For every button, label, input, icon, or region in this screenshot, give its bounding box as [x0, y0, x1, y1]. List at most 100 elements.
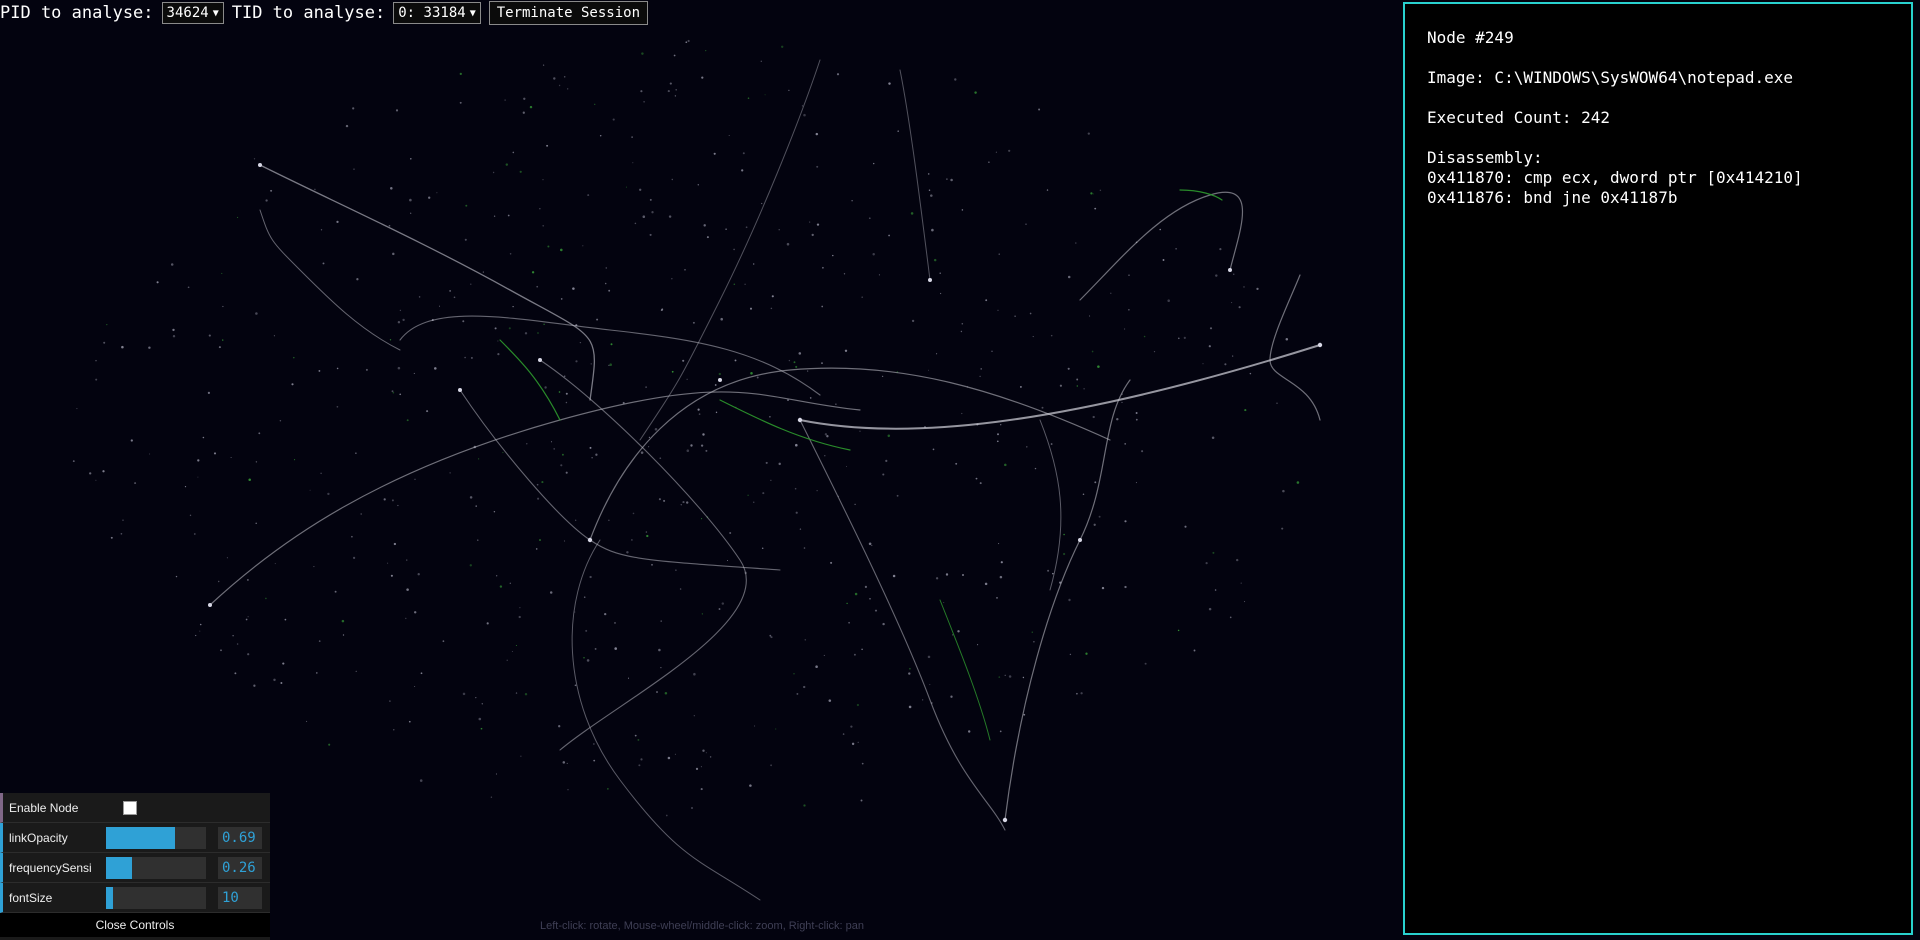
graph-point: [835, 403, 837, 405]
graph-point: [692, 321, 695, 324]
graph-point: [1094, 207, 1097, 210]
graph-point: [1124, 443, 1127, 445]
graph-point: [980, 368, 982, 370]
graph-point: [486, 622, 489, 625]
graph-point: [561, 453, 564, 456]
graph-point: [493, 215, 496, 217]
graph-point: [199, 630, 201, 632]
graph-point: [172, 328, 175, 332]
graph-point: [1282, 489, 1285, 493]
graph-point: [955, 462, 958, 465]
graph-point: [975, 477, 978, 480]
graph-point: [106, 323, 108, 326]
graph-point: [1046, 189, 1049, 191]
graph-point: [420, 672, 423, 675]
graph-point: [470, 356, 473, 359]
graph-point: [788, 359, 791, 362]
graph-point: [464, 238, 467, 241]
top-toolbar: PID to analyse: 34624 ▼ TID to analyse: …: [0, 0, 649, 26]
graph-point: [1211, 436, 1215, 440]
link-opacity-slider[interactable]: [106, 826, 206, 849]
graph-point: [649, 198, 652, 201]
graph-point: [807, 370, 809, 372]
enable-node-row[interactable]: Enable Node: [0, 793, 270, 823]
graph-point: [809, 397, 812, 399]
graph-point: [531, 271, 535, 274]
graph-point: [729, 531, 732, 535]
graph-point: [998, 543, 1000, 545]
graph-link: [799, 344, 1321, 430]
link-opacity-input[interactable]: 0.69: [218, 826, 262, 849]
graph-point: [195, 634, 197, 637]
graph-point: [258, 432, 261, 435]
graph-point: [908, 705, 912, 709]
graph-point: [929, 684, 931, 686]
graph-point: [686, 449, 690, 452]
graph-point: [449, 472, 451, 474]
graph-point: [327, 492, 330, 496]
graph-point: [426, 410, 429, 413]
graph-point: [660, 620, 662, 622]
graph-point: [803, 685, 806, 689]
graph-link: [399, 315, 821, 396]
graph-point: [651, 211, 654, 214]
graph-point: [887, 434, 891, 438]
tid-select[interactable]: 0: 33184 ▼: [393, 2, 481, 24]
terminate-session-button[interactable]: Terminate Session: [488, 1, 649, 25]
graph-point: [282, 662, 285, 665]
pid-select[interactable]: 34624 ▼: [161, 2, 224, 24]
graph-point: [1094, 481, 1097, 484]
graph-point: [796, 692, 799, 695]
graph-point: [669, 82, 672, 85]
graph-point: [593, 743, 595, 745]
graph-point: [851, 200, 853, 202]
graph-point: [515, 692, 518, 694]
font-size-slider-fill: [106, 886, 113, 909]
frequency-slider[interactable]: [106, 856, 206, 879]
graph-point: [1215, 274, 1218, 277]
graph-point: [410, 158, 412, 160]
font-size-slider[interactable]: [106, 886, 206, 909]
graph-point: [383, 498, 386, 501]
graph-point: [594, 103, 596, 105]
graph-point: [775, 728, 777, 730]
graph-point: [634, 222, 637, 225]
graph-point: [1231, 302, 1233, 304]
graph-point: [355, 670, 357, 672]
close-controls-button[interactable]: Close Controls: [0, 913, 270, 937]
graph-point: [322, 262, 325, 265]
graph-point: [497, 340, 499, 342]
graph-point: [1014, 315, 1016, 317]
frequency-input[interactable]: 0.26: [218, 856, 262, 879]
graph-point: [558, 391, 561, 393]
graph-point: [399, 309, 402, 312]
graph-point: [794, 487, 797, 490]
graph-point: [984, 582, 988, 586]
graph-point: [610, 343, 613, 346]
graph-point: [680, 504, 682, 506]
graph-point: [279, 419, 282, 422]
enable-node-checkbox[interactable]: [123, 800, 137, 815]
graph-point: [1249, 372, 1252, 375]
graph-point: [524, 332, 528, 335]
graph-point: [845, 465, 848, 468]
graph-point: [868, 217, 871, 220]
graph-point: [550, 441, 553, 443]
graph-point: [640, 758, 643, 761]
graph-point: [148, 346, 151, 349]
graph-point: [365, 368, 368, 371]
graph-point: [493, 510, 496, 513]
graph-point: [462, 320, 465, 323]
graph-point: [1141, 450, 1144, 453]
graph-point: [529, 105, 533, 109]
graph-point: [220, 649, 222, 652]
graph-point: [121, 345, 124, 349]
graph-point: [1143, 335, 1146, 338]
graph-point: [518, 615, 521, 619]
graph-point: [824, 433, 828, 436]
graph-point: [701, 76, 704, 79]
font-size-input[interactable]: 10: [218, 886, 262, 909]
graph-point: [674, 95, 677, 97]
graph-point: [413, 372, 415, 374]
link-opacity-label: linkOpacity: [9, 830, 68, 845]
